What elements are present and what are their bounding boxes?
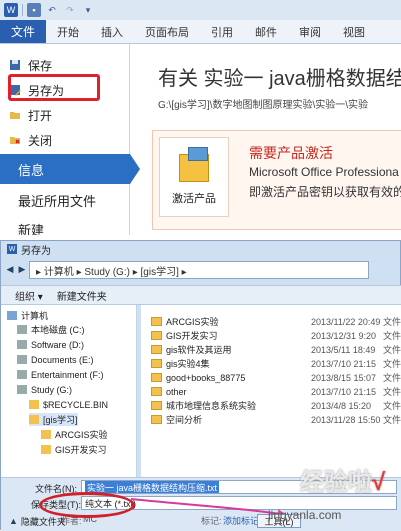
- watermark-url: jingyanla.com: [268, 508, 342, 522]
- watermark-logo: 经验啦√: [300, 462, 385, 497]
- tab-view[interactable]: 视图: [332, 20, 376, 43]
- menu-close[interactable]: 关闭: [0, 127, 130, 153]
- activation-product-name: Microsoft Office Professiona: [249, 165, 399, 179]
- save-icon[interactable]: ▪: [27, 3, 41, 17]
- tab-file[interactable]: 文件: [0, 20, 46, 43]
- menu-recent-label: 最近所用文件: [18, 193, 97, 209]
- document-heading: 有关 实验一 java栅格数据结: [158, 68, 401, 90]
- activation-description: 即激活产品密钥以获取有效的许: [249, 185, 401, 199]
- hide-folders-label: 隐藏文件夹: [20, 516, 66, 527]
- ribbon-tabs: 文件 开始 插入 页面布局 引用 邮件 审阅 视图: [0, 20, 401, 44]
- backstage-menu: 保存 另存为 打开 关闭 信息 最近所用文件 新建: [0, 44, 140, 238]
- tab-mailings[interactable]: 邮件: [244, 20, 288, 43]
- product-box-icon: [179, 147, 209, 182]
- undo-icon[interactable]: ↶: [45, 3, 59, 17]
- activation-title: 需要产品激活: [249, 145, 333, 161]
- customize-quick-access-icon[interactable]: ▾: [81, 3, 95, 17]
- activate-product-label: 激活产品: [172, 193, 216, 205]
- backstage-info-panel: 有关 实验一 java栅格数据结 G:\[gis学习]\数字地图制图原理实验\实…: [140, 44, 401, 235]
- menu-info[interactable]: 信息: [0, 154, 140, 184]
- tab-review[interactable]: 审阅: [288, 20, 332, 43]
- document-path: G:\[gis学习]\数字地图制图原理实验\实验一\实验: [158, 100, 369, 111]
- tab-references[interactable]: 引用: [200, 20, 244, 43]
- tab-insert[interactable]: 插入: [90, 20, 134, 43]
- backstage-view: 保存 另存为 打开 关闭 信息 最近所用文件 新建 有关 实验一 java栅格数…: [0, 44, 401, 238]
- tab-page-layout[interactable]: 页面布局: [134, 20, 200, 43]
- redo-icon[interactable]: ↷: [63, 3, 77, 17]
- open-folder-icon: [8, 108, 22, 122]
- menu-close-label: 关闭: [28, 133, 53, 148]
- menu-open[interactable]: 打开: [0, 102, 130, 128]
- watermark-text: 经验啦: [300, 469, 372, 496]
- save-icon: [8, 58, 22, 72]
- check-icon: √: [372, 469, 386, 496]
- menu-recent[interactable]: 最近所用文件: [0, 187, 130, 213]
- menu-save-label: 保存: [28, 58, 53, 73]
- hide-folders-button[interactable]: ▲ 隐藏文件夹: [9, 515, 66, 528]
- activate-product-button[interactable]: 激活产品: [159, 137, 229, 217]
- menu-info-label: 信息: [18, 162, 45, 178]
- separator: [22, 4, 23, 16]
- title-bar: W ▪ ↶ ↷ ▾: [0, 0, 401, 20]
- menu-open-label: 打开: [28, 108, 53, 123]
- chevron-up-icon: ▲: [9, 516, 18, 526]
- activation-panel: 激活产品 需要产品激活 Microsoft Office Professiona…: [152, 130, 401, 230]
- close-document-icon: [8, 133, 22, 147]
- word-logo-icon: W: [4, 3, 18, 17]
- save-as-highlight: [8, 74, 100, 101]
- tab-home[interactable]: 开始: [46, 20, 90, 43]
